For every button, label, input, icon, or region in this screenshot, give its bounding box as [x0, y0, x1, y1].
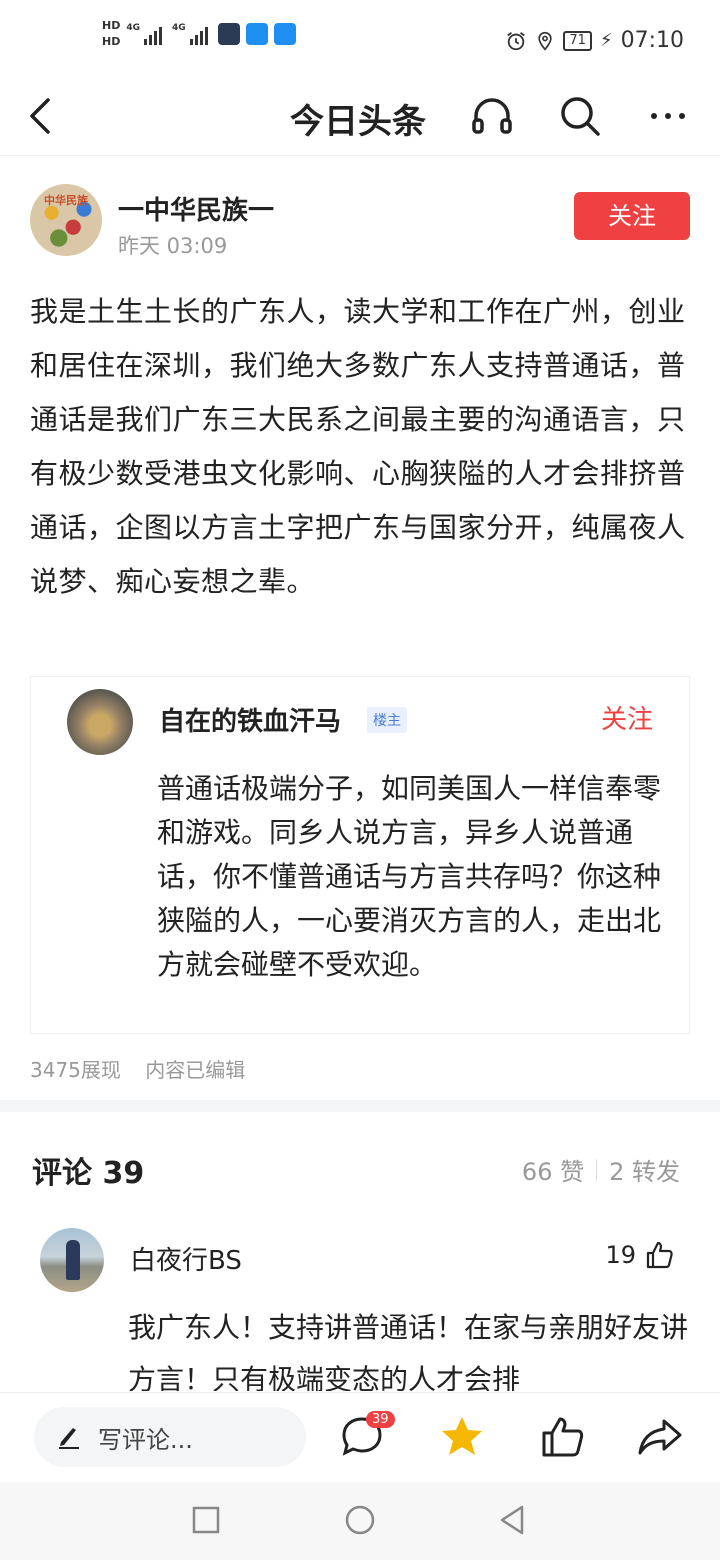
owner-badge: 楼主	[367, 707, 407, 733]
clock-time: 07:10	[620, 28, 684, 53]
hd-indicators: HD HD	[102, 20, 120, 48]
charging-icon: ⚡	[599, 30, 613, 51]
follow-button[interactable]: 关注	[574, 192, 690, 240]
signal-1-icon: 4G	[126, 23, 162, 45]
status-left: HD HD 4G 4G	[102, 20, 296, 48]
post-meta: 3475展现 内容已编辑	[30, 1054, 263, 1083]
edited-label: 内容已编辑	[145, 1058, 246, 1082]
signal-2-icon: 4G	[172, 23, 208, 45]
browser-e-icon	[245, 23, 268, 45]
share-count[interactable]: 2 转发	[609, 1152, 680, 1187]
network-2-label: 4G	[172, 23, 186, 33]
commenter-avatar[interactable]	[40, 1228, 104, 1292]
stats-separator	[596, 1158, 598, 1181]
favorite-star-icon[interactable]	[438, 1413, 486, 1461]
system-nav-bar	[0, 1482, 720, 1560]
quoted-author-avatar[interactable]	[67, 689, 133, 755]
share-arrow-icon[interactable]	[636, 1413, 684, 1461]
network-1-label: 4G	[126, 23, 140, 33]
comment-like-count: 19	[605, 1241, 636, 1269]
location-icon	[538, 31, 553, 51]
like-count[interactable]: 66 赞	[522, 1152, 584, 1187]
commenter-name[interactable]: 白夜行BS	[130, 1240, 242, 1277]
hd2-label: HD	[102, 35, 121, 48]
quoted-follow-button[interactable]: 关注	[601, 699, 653, 736]
comment-item: 白夜行BS 19 我广东人！支持讲普通话！在家与亲朋好友讲方言！只有极端变态的人…	[40, 1226, 690, 1391]
browser-e-icon	[273, 23, 296, 45]
avatar-banner-text: 中华民族	[44, 194, 88, 207]
pen-icon	[59, 1428, 79, 1449]
status-right: 71 ⚡ 07:10	[505, 28, 684, 53]
search-icon[interactable]	[558, 94, 602, 138]
alarm-icon	[507, 31, 526, 50]
headphones-icon[interactable]	[470, 94, 514, 138]
recent-apps-icon[interactable]	[188, 1502, 224, 1538]
post-stats: 66 赞 2 转发	[522, 1152, 680, 1187]
author-name[interactable]: 一中华民族一	[118, 190, 274, 227]
hd1-label: HD	[102, 19, 121, 32]
home-icon[interactable]	[342, 1502, 378, 1538]
comment-count-badge: 39	[366, 1411, 395, 1428]
comment-text: 我广东人！支持讲普通话！在家与亲朋好友讲方言！只有极端变态的人才会排	[128, 1311, 689, 1391]
post-time: 昨天 03:09	[118, 234, 228, 258]
view-count: 3475展现	[30, 1058, 121, 1082]
bottom-action-bar: 写评论... 39	[0, 1392, 720, 1482]
comment-input[interactable]: 写评论...	[34, 1407, 306, 1467]
app-notification-icon	[217, 23, 240, 45]
post-body: 我是土生土长的广东人，读大学和工作在广州，创业和居住在深圳，我们绝大多数广东人支…	[30, 295, 686, 598]
author-row: 中华民族 一中华民族一 昨天 03:09 关注	[30, 180, 690, 260]
thumbs-up-icon[interactable]	[538, 1413, 586, 1461]
section-divider	[0, 1100, 720, 1112]
comments-title: 评论 39	[32, 1156, 145, 1191]
quoted-author-name[interactable]: 自在的铁血汗马	[159, 701, 341, 738]
top-nav: 今日头条	[0, 80, 720, 156]
thumbs-up-icon	[646, 1241, 673, 1269]
quoted-post[interactable]: 自在的铁血汗马 楼主 关注 普通话极端分子，如同美国人一样信奉零和游戏。同乡人说…	[30, 676, 690, 1034]
comment-input-placeholder: 写评论...	[98, 1425, 193, 1454]
more-icon[interactable]	[646, 94, 690, 138]
battery-icon: 71	[563, 30, 592, 51]
back-arrow-icon[interactable]	[24, 96, 56, 136]
comment-like-button[interactable]: 19	[605, 1240, 674, 1270]
author-avatar[interactable]: 中华民族	[30, 184, 102, 256]
back-icon[interactable]	[494, 1502, 530, 1538]
quoted-text: 普通话极端分子，如同美国人一样信奉零和游戏。同乡人说方言，异乡人说普通话，你不懂…	[157, 772, 662, 981]
app-title: 今日头条	[290, 102, 426, 142]
status-bar: HD HD 4G 4G 71 ⚡ 07:10	[0, 0, 720, 80]
